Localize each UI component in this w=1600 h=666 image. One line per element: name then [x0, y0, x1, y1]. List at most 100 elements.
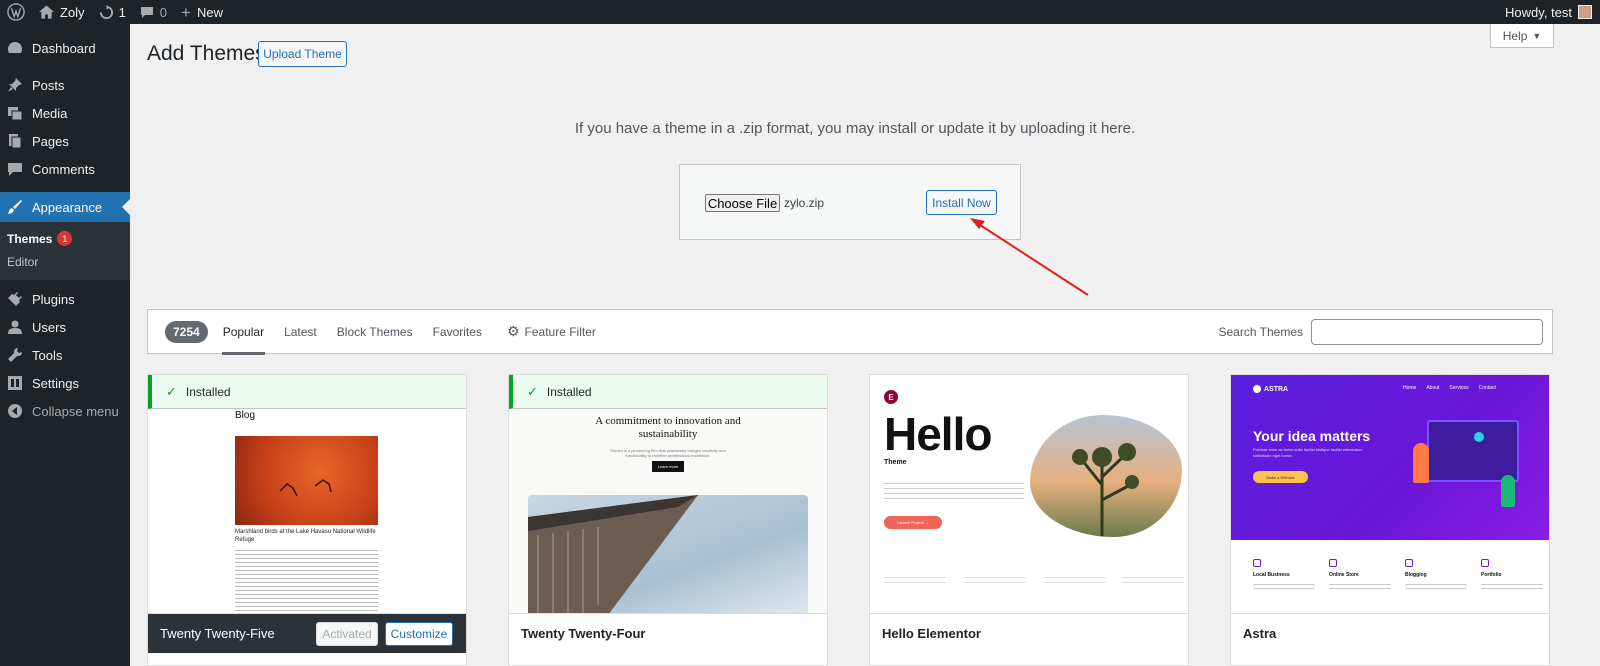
- themes-update-badge: 1: [57, 231, 73, 246]
- wrench-icon: [5, 345, 25, 365]
- astra-cta: Make a Website: [1253, 471, 1308, 483]
- astra-nav-item: Home: [1403, 385, 1417, 391]
- activated-button: Activated: [316, 622, 378, 646]
- astra-person-illustration: [1501, 475, 1515, 507]
- theme-name-bar: Twenty Twenty-Four: [509, 613, 827, 653]
- comment-icon: [5, 159, 25, 179]
- feature-filter-label: Feature Filter: [524, 324, 596, 339]
- theme-screenshot: E Hello Theme Launch Project →: [870, 375, 1188, 613]
- sidebar-item-label: Appearance: [32, 199, 103, 215]
- theme-name-bar: Hello Elementor: [870, 613, 1188, 653]
- shot-heading: Blog: [235, 410, 256, 421]
- astra-feature-label: Blogging: [1405, 572, 1427, 578]
- my-account[interactable]: Howdy, test: [1505, 5, 1600, 20]
- settings-icon: [5, 373, 25, 393]
- cactus-photo: [1030, 415, 1182, 537]
- wordpress-logo-icon[interactable]: [0, 0, 32, 24]
- submenu-label: Themes: [7, 231, 53, 246]
- pages-icon: [5, 131, 25, 151]
- collapse-icon: [5, 401, 25, 421]
- search-themes-input[interactable]: [1311, 318, 1543, 345]
- sidebar-item-plugins[interactable]: Plugins: [0, 285, 130, 313]
- astra-nav-item: Services: [1449, 385, 1469, 391]
- dashboard-icon: [5, 38, 25, 58]
- new-label: New: [196, 4, 223, 20]
- sidebar-item-tools[interactable]: Tools: [0, 341, 130, 369]
- feature-filter-button[interactable]: ⚙ Feature Filter: [507, 323, 596, 340]
- search-themes: Search Themes: [1218, 318, 1543, 345]
- sidebar-item-label: Plugins: [32, 291, 75, 307]
- astra-brand: ASTRA: [1253, 385, 1288, 393]
- astra-feature: Portfolio: [1481, 559, 1543, 589]
- site-name: Zoly: [60, 4, 85, 20]
- tab-block-themes[interactable]: Block Themes: [336, 309, 414, 354]
- sidebar-item-appearance[interactable]: Appearance: [0, 192, 130, 222]
- submenu-item-themes[interactable]: Themes 1: [0, 227, 130, 250]
- submenu-item-editor[interactable]: Editor: [0, 250, 130, 273]
- shot-subtext: Études is a pioneering firm that seamles…: [610, 448, 726, 458]
- sidebar-item-pages[interactable]: Pages: [0, 127, 130, 155]
- updates-icon: [99, 4, 114, 20]
- astra-feature-label: Portfolio: [1481, 572, 1502, 578]
- astra-person-illustration: [1413, 443, 1429, 483]
- sidebar-item-label: Dashboard: [32, 40, 96, 56]
- search-label: Search Themes: [1218, 324, 1304, 339]
- theme-card-twenty-twenty-four[interactable]: A commitment to innovation and sustainab…: [508, 374, 828, 666]
- installed-label: Installed: [546, 384, 592, 399]
- tab-favorites[interactable]: Favorites: [432, 309, 483, 354]
- sidebar-item-dashboard[interactable]: Dashboard: [0, 34, 130, 62]
- updates-link[interactable]: 1: [92, 0, 133, 24]
- sidebar-item-label: Users: [32, 319, 66, 335]
- astra-feature: Local Business: [1253, 559, 1315, 589]
- brush-icon: [5, 197, 25, 217]
- collapse-menu-button[interactable]: Collapse menu: [0, 397, 130, 425]
- installed-label: Installed: [185, 384, 231, 399]
- check-icon: ✓: [527, 383, 538, 399]
- howdy-text: Howdy, test: [1505, 4, 1572, 20]
- shot-heading: A commitment to innovation and sustainab…: [595, 415, 741, 440]
- bird-photo: [235, 436, 378, 525]
- theme-card-astra[interactable]: ASTRA Home About Services Contact Your i…: [1230, 374, 1550, 666]
- annotation-arrow-icon: [970, 218, 1089, 296]
- astra-nav-item: Contact: [1478, 385, 1496, 391]
- theme-name: Twenty Twenty-Four: [521, 626, 646, 641]
- theme-count-badge: 7254: [165, 320, 208, 343]
- pin-icon: [5, 75, 25, 95]
- sidebar-item-label: Media: [32, 105, 68, 121]
- theme-card-twenty-twenty-five[interactable]: Blog Marshland birds at the Lake Havasu …: [147, 374, 467, 666]
- admin-sidebar: Dashboard Posts Media Pages Comments App…: [0, 24, 130, 666]
- comments-link[interactable]: 0: [133, 0, 174, 24]
- theme-name: Hello Elementor: [882, 626, 981, 641]
- tab-popular[interactable]: Popular: [221, 309, 266, 355]
- new-content-link[interactable]: + New: [174, 0, 230, 24]
- shot-text-lines: [884, 479, 1024, 499]
- customize-button[interactable]: Customize: [385, 622, 453, 646]
- sidebar-item-label: Tools: [32, 347, 63, 363]
- astra-nav: Home About Services Contact: [1403, 385, 1496, 391]
- sidebar-item-settings[interactable]: Settings: [0, 369, 130, 397]
- theme-card-hello-elementor[interactable]: E Hello Theme Launch Project → Hello Ele…: [869, 374, 1189, 666]
- appearance-submenu: Themes 1 Editor: [0, 222, 130, 280]
- submenu-label: Editor: [7, 254, 39, 269]
- astra-feature-label: Online Store: [1329, 572, 1359, 578]
- astra-feature-label: Local Business: [1253, 572, 1290, 578]
- theme-name: Twenty Twenty-Five: [160, 626, 275, 641]
- astra-brand-text: ASTRA: [1264, 385, 1289, 393]
- shot-heading: Hello: [884, 408, 992, 460]
- sidebar-item-posts[interactable]: Posts: [0, 71, 130, 99]
- sidebar-item-media[interactable]: Media: [0, 99, 130, 127]
- plus-icon: +: [181, 2, 191, 22]
- sidebar-item-label: Posts: [32, 77, 65, 93]
- shot-feature-row: [884, 562, 1184, 592]
- theme-filter-bar: 7254 Popular Latest Block Themes Favorit…: [147, 309, 1553, 355]
- site-name-link[interactable]: Zoly: [32, 0, 92, 24]
- plugin-icon: [5, 289, 25, 309]
- astra-nav-item: About: [1426, 385, 1440, 391]
- user-icon: [5, 317, 25, 337]
- sidebar-item-comments[interactable]: Comments: [0, 155, 130, 183]
- tab-latest[interactable]: Latest: [283, 309, 318, 354]
- sidebar-item-users[interactable]: Users: [0, 313, 130, 341]
- shot-text-lines: [235, 547, 378, 613]
- building-photo: [528, 495, 808, 613]
- gear-icon: ⚙: [506, 323, 520, 339]
